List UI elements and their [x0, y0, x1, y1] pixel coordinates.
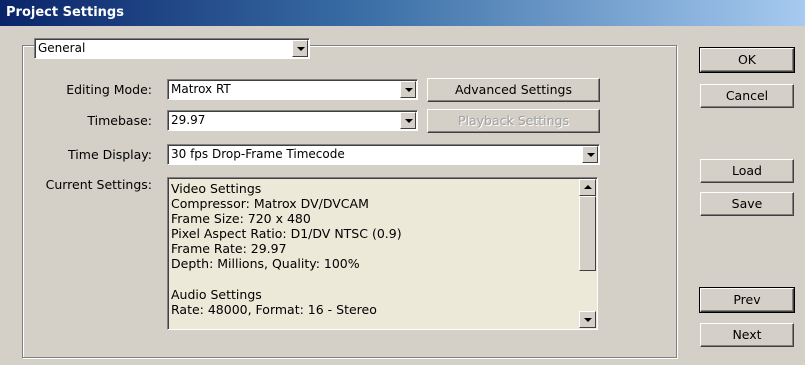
chevron-down-icon[interactable]	[400, 112, 416, 129]
time-display-label: Time Display:	[68, 147, 152, 162]
next-button[interactable]: Next	[700, 323, 794, 347]
save-button[interactable]: Save	[700, 192, 794, 216]
chevron-down-icon[interactable]	[400, 81, 416, 98]
chevron-down-icon[interactable]	[582, 146, 598, 163]
load-button[interactable]: Load	[700, 159, 794, 183]
settings-line: Rate: 48000, Format: 16 - Stereo	[171, 301, 377, 317]
settings-line	[171, 272, 402, 287]
scroll-down-arrow-icon[interactable]	[579, 311, 596, 328]
prev-button[interactable]: Prev	[699, 287, 795, 313]
project-settings-dialog: General Editing Mode: Matrox RT Advanced…	[0, 26, 805, 365]
settings-line: Frame Size: 720 x 480	[171, 211, 311, 227]
timebase-select[interactable]: 29.97	[167, 110, 418, 131]
current-settings-text[interactable]: Video Settings Compressor: Matrox DV/DVC…	[167, 177, 598, 330]
settings-line: Frame Rate: 29.97	[171, 241, 287, 257]
time-display-select[interactable]: 30 fps Drop-Frame Timecode	[167, 144, 600, 165]
window-title-bar: Project Settings	[0, 0, 805, 26]
section-select-value: General	[38, 41, 86, 55]
vertical-scrollbar[interactable]	[579, 179, 596, 328]
timebase-label: Timebase:	[87, 113, 152, 128]
playback-settings-button[interactable]: Playback Settings	[427, 109, 600, 133]
timebase-value: 29.97	[171, 113, 206, 127]
settings-line: Compressor: Matrox DV/DVCAM	[171, 196, 369, 212]
settings-line: Pixel Aspect Ratio: D1/DV NTSC (0.9)	[171, 226, 402, 242]
current-settings-lines: Video Settings Compressor: Matrox DV/DVC…	[171, 181, 402, 317]
settings-line: Video Settings	[171, 181, 262, 196]
editing-mode-value: Matrox RT	[171, 82, 231, 96]
window-title: Project Settings	[6, 5, 124, 20]
ok-button[interactable]: OK	[699, 47, 795, 73]
settings-line: Audio Settings	[171, 286, 262, 302]
time-display-value: 30 fps Drop-Frame Timecode	[171, 147, 345, 161]
scroll-up-arrow-icon[interactable]	[579, 179, 596, 196]
section-select[interactable]: General	[34, 38, 310, 59]
scrollbar-thumb[interactable]	[579, 196, 596, 271]
chevron-down-icon[interactable]	[292, 40, 308, 57]
advanced-settings-button[interactable]: Advanced Settings	[427, 78, 600, 102]
editing-mode-label: Editing Mode:	[66, 82, 152, 97]
cancel-button[interactable]: Cancel	[700, 84, 794, 108]
settings-line: Depth: Millions, Quality: 100%	[171, 256, 360, 272]
editing-mode-select[interactable]: Matrox RT	[167, 79, 418, 100]
current-settings-label: Current Settings:	[45, 177, 152, 192]
